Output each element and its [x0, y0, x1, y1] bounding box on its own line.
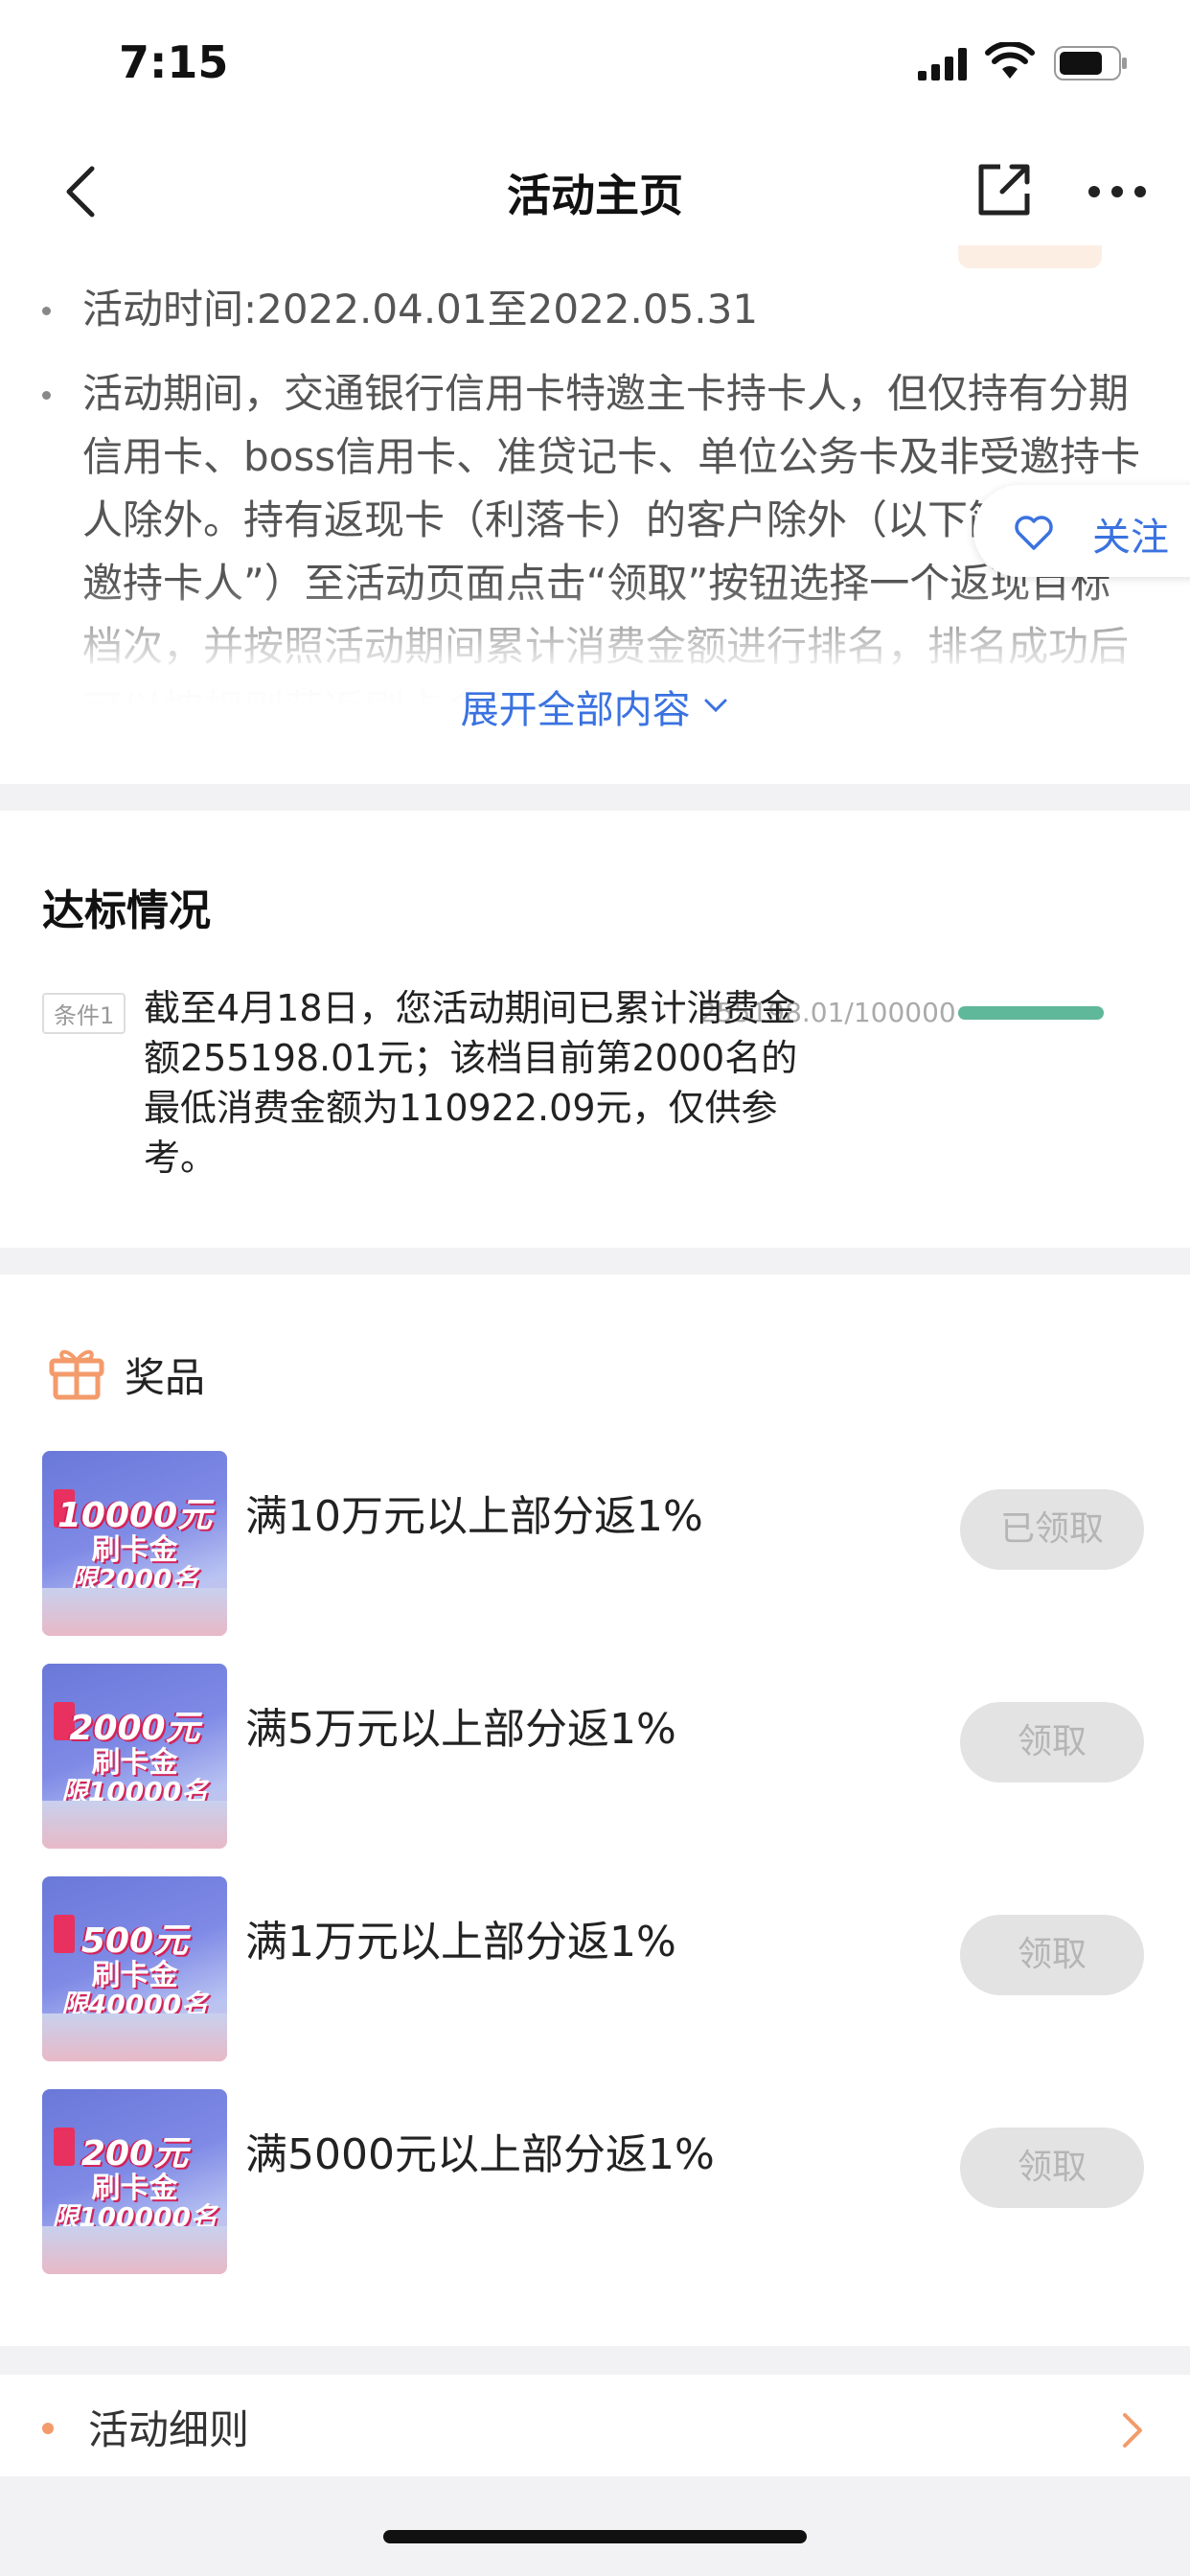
prize-thumbnail: 10000元 刷卡金 限2000名: [42, 1451, 227, 1636]
bullet-icon: [42, 307, 51, 315]
claim-button[interactable]: 领取: [960, 1915, 1144, 1995]
section-divider: [0, 784, 1190, 811]
prize-thumbnail: 500元 刷卡金 限40000名: [42, 1876, 227, 2061]
rule-text: 活动时间:2022.04.01至2022.05.31: [82, 286, 759, 333]
bullet-icon: [42, 2423, 54, 2434]
prize-item: 500元 刷卡金 限40000名 满1万元以上部分返1% 领取: [0, 1876, 1190, 2062]
prize-item: 200元 刷卡金 限100000名 满5000元以上部分返1% 领取: [0, 2089, 1190, 2275]
prize-name: 满5万元以上部分返1%: [245, 1705, 676, 1754]
status-bar: 7:15: [0, 0, 1190, 134]
status-section-title: 达标情况: [42, 886, 211, 935]
activity-rules-label: 活动细则: [88, 2406, 250, 2453]
condition-text: 截至4月18日，您活动期间已累计消费金额255198.01元；该档目前第2000…: [144, 987, 798, 1179]
section-divider: [0, 1248, 1190, 1275]
battery-icon: [1054, 46, 1127, 80]
rule-item: 活动时间:2022.04.01至2022.05.31: [42, 278, 758, 341]
share-icon[interactable]: [973, 159, 1035, 220]
follow-label: 关注: [1092, 516, 1169, 560]
thumb-city: [42, 2226, 227, 2274]
expand-label: 展开全部内容: [460, 688, 691, 732]
condition-progress-bar: [958, 1006, 1104, 1020]
expand-all-link[interactable]: 展开全部内容: [0, 678, 1190, 734]
prize-name: 满10万元以上部分返1%: [245, 1492, 703, 1541]
peek-tag: [958, 245, 1102, 268]
gift-icon: [49, 1349, 104, 1400]
condition-badge: 条件1: [42, 993, 126, 1034]
prize-name: 满1万元以上部分返1%: [245, 1918, 676, 1966]
wifi-icon: [985, 42, 1035, 79]
more-icon[interactable]: [1087, 182, 1148, 201]
thumb-city: [42, 1801, 227, 1849]
prize-item: 10000元 刷卡金 限2000名 满10万元以上部分返1% 已领取: [0, 1451, 1190, 1637]
progress-fill: [958, 1006, 1104, 1020]
thumb-city: [42, 1588, 227, 1636]
bullet-icon: [42, 391, 51, 400]
chevron-right-icon: [1123, 2413, 1142, 2448]
prize-item: 2000元 刷卡金 限10000名 满5万元以上部分返1% 领取: [0, 1664, 1190, 1850]
nav-bar: 活动主页: [0, 134, 1190, 245]
prize-name: 满5000元以上部分返1%: [245, 2130, 715, 2179]
prize-thumbnail: 200元 刷卡金 限100000名: [42, 2089, 227, 2274]
thumb-city: [42, 2013, 227, 2061]
prizes-title: 奖品: [125, 1354, 206, 1401]
claim-button[interactable]: 领取: [960, 2128, 1144, 2208]
activity-rules-row[interactable]: 活动细则: [0, 2375, 1190, 2476]
claimed-button[interactable]: 已领取: [960, 1489, 1144, 1570]
bottom-area: [0, 2476, 1190, 2576]
prize-thumbnail: 2000元 刷卡金 限10000名: [42, 1664, 227, 1849]
home-indicator[interactable]: [383, 2530, 807, 2543]
heart-icon: [1015, 516, 1053, 550]
section-divider: [0, 2346, 1190, 2375]
claim-button[interactable]: 领取: [960, 1702, 1144, 1782]
chevron-down-icon: [704, 699, 727, 713]
signal-icon: [918, 48, 967, 80]
follow-button[interactable]: 关注: [973, 485, 1190, 577]
status-time: 7:15: [119, 36, 229, 88]
